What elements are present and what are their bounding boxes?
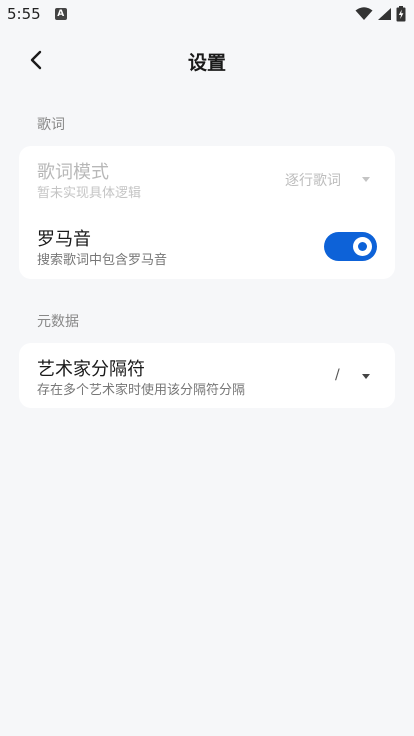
- metadata-settings-card: 艺术家分隔符 存在多个艺术家时使用该分隔符分隔 /: [19, 343, 395, 408]
- dropdown-caret-icon: [362, 374, 370, 379]
- lyrics-mode-value: 逐行歌词: [285, 173, 341, 189]
- cell-signal-icon: [378, 8, 391, 20]
- artist-separator-value: /: [335, 367, 340, 383]
- lyrics-mode-title: 歌词模式: [37, 162, 109, 183]
- status-time: 5:55: [7, 5, 41, 23]
- status-bar: 5:55 A: [0, 0, 414, 28]
- page-title: 设置: [187, 52, 226, 74]
- wifi-icon: [355, 7, 373, 20]
- battery-charging-icon: [396, 6, 406, 22]
- artist-separator-row: 艺术家分隔符 存在多个艺术家时使用该分隔符分隔 /: [19, 343, 395, 408]
- romaji-title: 罗马音: [37, 229, 91, 250]
- artist-separator-title: 艺术家分隔符: [37, 359, 145, 380]
- top-bar: 设置: [0, 40, 414, 80]
- status-icons: [355, 6, 406, 22]
- romaji-toggle[interactable]: [324, 232, 377, 261]
- artist-separator-subtitle: 存在多个艺术家时使用该分隔符分隔: [37, 383, 246, 398]
- a-letter-icon: A: [54, 8, 67, 20]
- romaji-subtitle: 搜索歌词中包含罗马音: [37, 253, 168, 268]
- lyrics-settings-card: 歌词模式 暂未实现具体逻辑 逐行歌词 罗马音 搜索歌词中包含罗马音: [19, 146, 395, 279]
- lyrics-mode-row: 歌词模式 暂未实现具体逻辑 逐行歌词: [19, 146, 395, 212]
- toggle-knob: [353, 237, 372, 256]
- section-title-lyrics: 歌词: [37, 117, 65, 133]
- status-left: 5:55 A: [7, 5, 67, 23]
- section-title-metadata: 元数据: [37, 314, 79, 330]
- dropdown-caret-icon: [362, 177, 370, 182]
- lyrics-mode-subtitle: 暂未实现具体逻辑: [37, 186, 142, 201]
- romaji-row: 罗马音 搜索歌词中包含罗马音: [19, 212, 395, 279]
